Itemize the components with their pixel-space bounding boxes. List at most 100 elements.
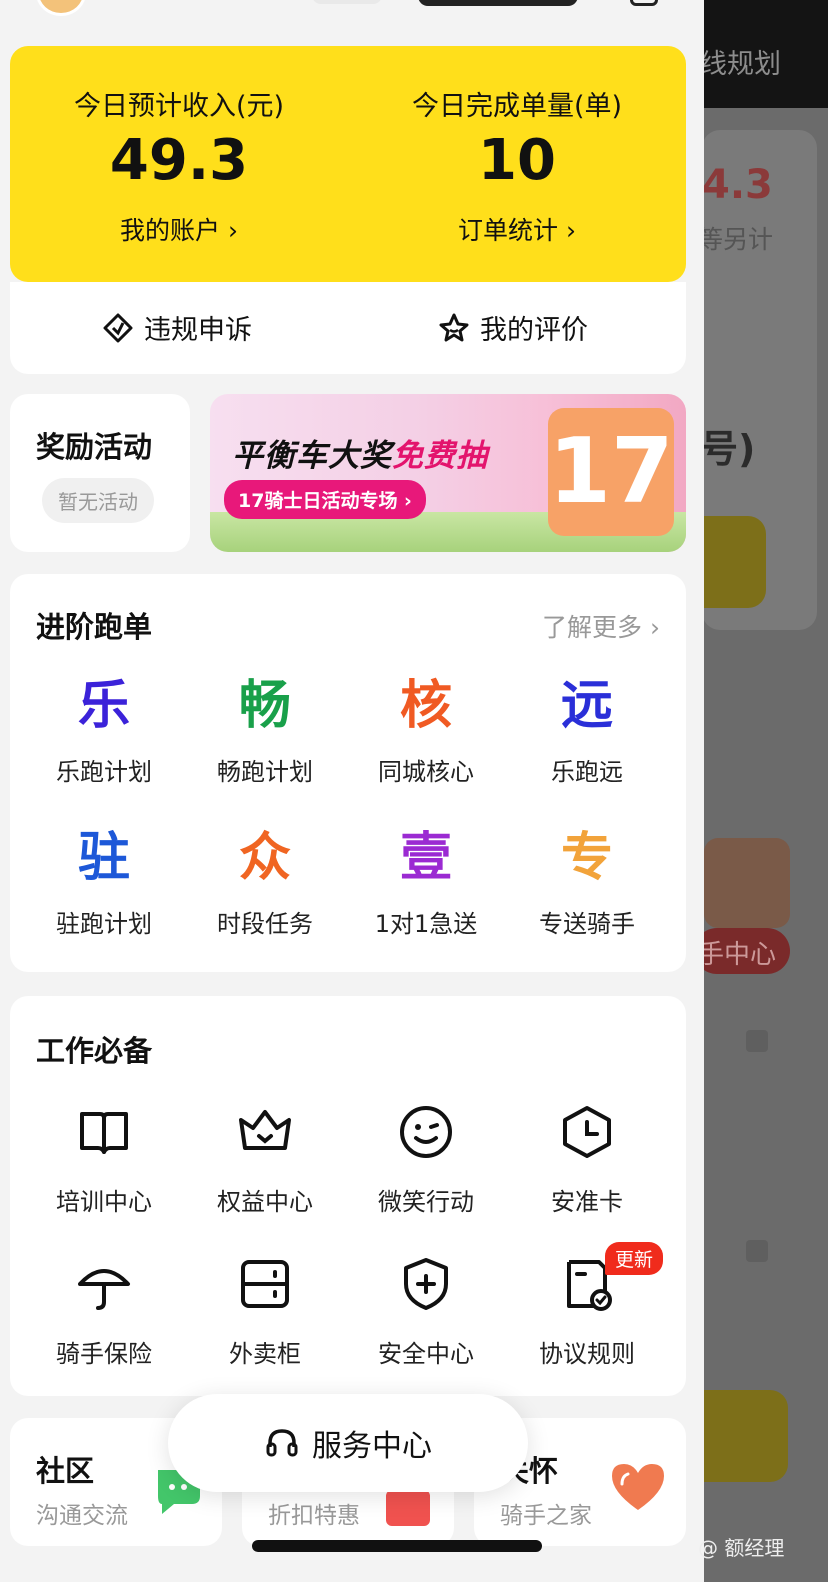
banner-title: 平衡车大奖免费抽 (232, 430, 488, 475)
background-dot (746, 1240, 768, 1262)
advanced-title: 进阶跑单 (36, 610, 153, 644)
advanced-item-label: 同城核心 (378, 758, 474, 786)
umbrella-icon (78, 1269, 130, 1310)
community-title: 社区 (36, 1454, 95, 1488)
safety-center-item[interactable]: 安全中心 (346, 1252, 506, 1369)
reward-activities-card[interactable]: 奖励活动 暂无活动 (10, 394, 190, 552)
orders-label: 今日完成单量(单) (411, 91, 623, 122)
advanced-item-label: 1对1急送 (374, 910, 478, 938)
training-center-item[interactable]: 培训中心 (24, 1100, 184, 1217)
background-dot (746, 1030, 768, 1052)
safe-card-item[interactable]: 安准卡 (507, 1100, 667, 1217)
advanced-item-label: 驻跑计划 (56, 910, 152, 938)
background-yellow-button (700, 516, 766, 608)
orders-value: 10 (478, 128, 556, 193)
header-icon[interactable] (630, 0, 658, 6)
advanced-item[interactable]: 远乐跑远 (507, 674, 667, 787)
home-indicator[interactable] (252, 1540, 542, 1552)
background-title: 线规划 (700, 49, 781, 80)
order-stats-link[interactable]: 订单统计 › (348, 211, 686, 247)
star-icon (439, 313, 469, 341)
income-stat: 今日预计收入(元) 49.3 我的账户 › (10, 46, 348, 247)
advanced-item-label: 时段任务 (217, 910, 313, 938)
smile-action-item[interactable]: 微笑行动 (346, 1100, 506, 1217)
advanced-item-glyph-icon: 畅 (238, 676, 291, 736)
banner-title-highlight: 免费抽 (392, 438, 488, 474)
header-element (312, 0, 382, 4)
heart-icon (612, 1464, 664, 1510)
grid-label: 微笑行动 (378, 1188, 474, 1216)
advanced-item-glyph-icon: 专 (560, 828, 613, 888)
locker-icon (241, 1260, 289, 1308)
care-subtitle: 骑手之家 (500, 1503, 592, 1529)
banner-17-badge: 17 (548, 408, 674, 536)
advanced-orders-card: 进阶跑单 了解更多 › 乐乐跑计划畅畅跑计划核同城核心远乐跑远驻驻跑计划众时段任… (10, 574, 686, 972)
banner-subtitle-button[interactable]: 17骑士日活动专场 › (224, 480, 426, 519)
background-app: 线规划 4.3 等另计 号) 手中心 (694, 0, 828, 1582)
background-pill: 手中心 (694, 928, 790, 974)
learn-more-link[interactable]: 了解更多 › (542, 608, 660, 644)
service-center-button[interactable]: 服务中心 (168, 1394, 528, 1492)
income-label: 今日预计收入(元) (73, 91, 285, 122)
income-value: 49.3 (109, 128, 249, 193)
delivery-locker-item[interactable]: 外卖柜 (185, 1252, 345, 1369)
advanced-item[interactable]: 畅畅跑计划 (185, 674, 345, 787)
background-gift-image (704, 838, 790, 928)
discount-subtitle: 折扣特惠 (268, 1503, 360, 1529)
advanced-item-label: 专送骑手 (539, 910, 635, 938)
grid-label: 安准卡 (551, 1188, 623, 1216)
appeal-label: 违规申诉 (144, 315, 252, 346)
appeal-button[interactable]: 违规申诉 (102, 308, 252, 347)
grid-label: 骑手保险 (56, 1340, 152, 1368)
grid-label: 培训中心 (56, 1188, 152, 1216)
avatar[interactable] (36, 0, 86, 16)
advanced-item[interactable]: 乐乐跑计划 (24, 674, 184, 787)
shield-plus-icon (404, 1258, 448, 1310)
rating-label: 我的评价 (480, 315, 588, 346)
essentials-title: 工作必备 (36, 1034, 153, 1068)
advanced-item-label: 畅跑计划 (217, 758, 313, 786)
advanced-item[interactable]: 核同城核心 (346, 674, 506, 787)
agreement-rules-item[interactable]: 更新 协议规则 (507, 1242, 667, 1369)
crown-icon (239, 1110, 291, 1150)
update-badge: 更新 (605, 1242, 664, 1275)
advanced-item[interactable]: 壹 1对1急送 (346, 826, 506, 939)
background-number: 4.3 (702, 162, 773, 208)
advanced-item-glyph-icon: 远 (560, 676, 613, 736)
my-rating-button[interactable]: 我的评价 (438, 308, 588, 347)
background-subtext: 等另计 (698, 225, 774, 254)
advanced-item-glyph-icon: 众 (238, 828, 291, 888)
grid-label: 安全中心 (378, 1340, 474, 1368)
clock-icon (563, 1106, 611, 1158)
promo-banner[interactable]: 平衡车大奖免费抽 17骑士日活动专场 › 17 (210, 394, 686, 552)
community-subtitle: 沟通交流 (36, 1503, 128, 1529)
advanced-item-glyph-icon: 驻 (77, 828, 130, 888)
advanced-item[interactable]: 众时段任务 (185, 826, 345, 939)
background-yellow-button (700, 1390, 788, 1482)
advanced-item[interactable]: 驻驻跑计划 (24, 826, 184, 939)
grid-label: 权益中心 (217, 1188, 313, 1216)
background-bracket-text: 号) (700, 427, 756, 471)
orders-stat: 今日完成单量(单) 10 订单统计 › (348, 46, 686, 247)
advanced-item-label: 乐跑远 (551, 758, 623, 786)
rider-insurance-item[interactable]: 骑手保险 (24, 1252, 184, 1369)
earnings-card: 今日预计收入(元) 49.3 我的账户 › 今日完成单量(单) 10 订单统计 … (10, 46, 686, 282)
banner-title-main: 平衡车大奖 (232, 438, 392, 474)
grid-label: 外卖柜 (229, 1340, 301, 1368)
reward-title: 奖励活动 (36, 430, 153, 464)
smile-icon (400, 1106, 452, 1158)
watermark: @ 额经理 (698, 1536, 785, 1560)
benefits-center-item[interactable]: 权益中心 (185, 1100, 345, 1217)
book-icon (80, 1112, 128, 1154)
advanced-item-glyph-icon: 核 (399, 676, 452, 736)
service-center-label: 服务中心 (312, 1429, 432, 1464)
work-essentials-card: 工作必备 培训中心 权益中心 微笑行动 安准卡 骑手保险 外卖柜 安全中心 更新… (10, 996, 686, 1396)
quick-actions: 违规申诉 我的评价 (10, 282, 686, 374)
side-drawer: 今日预计收入(元) 49.3 我的账户 › 今日完成单量(单) 10 订单统计 … (0, 0, 704, 1582)
headset-icon (266, 1429, 298, 1457)
coupon-icon (386, 1490, 430, 1526)
my-account-link[interactable]: 我的账户 › (10, 211, 348, 247)
appeal-icon (103, 313, 133, 342)
no-activity-badge: 暂无活动 (42, 478, 154, 523)
advanced-item[interactable]: 专专送骑手 (507, 826, 667, 939)
